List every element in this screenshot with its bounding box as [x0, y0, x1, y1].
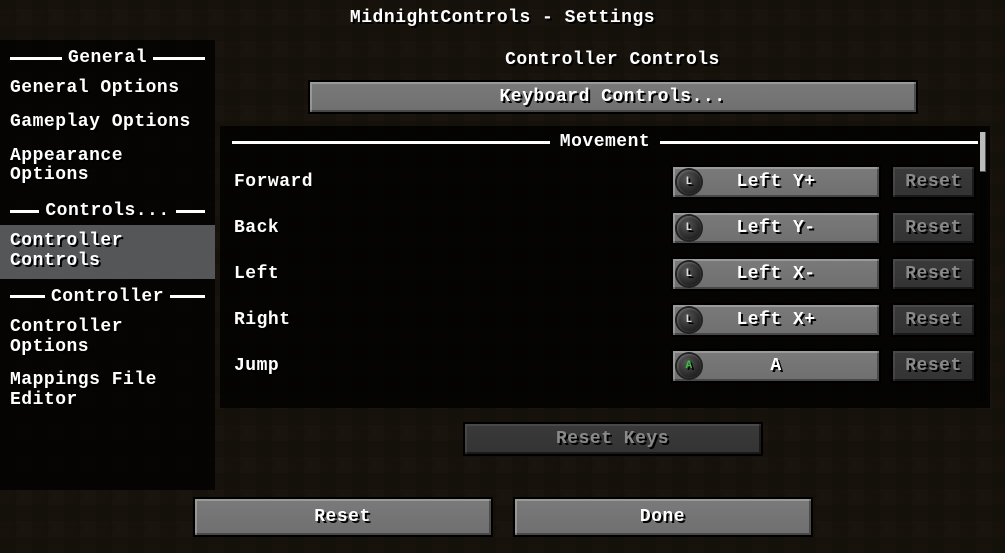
main-area: Controller Controls Keyboard Controls...… — [220, 40, 1005, 553]
bindings-scrollbar[interactable] — [980, 132, 986, 402]
binding-label: Jump — [234, 356, 671, 376]
sidebar-item-controller-controls[interactable]: Controller Controls — [0, 225, 215, 279]
binding-row-forward: Forward L Left Y+ Reset — [234, 164, 976, 200]
stick-icon: L — [677, 170, 701, 194]
stick-icon: L — [677, 262, 701, 286]
binding-row-back: Back L Left Y- Reset — [234, 210, 976, 246]
binding-row-left: Left L Left X- Reset — [234, 256, 976, 292]
controller-controls-subtitle: Controller Controls — [220, 50, 1005, 70]
sidebar-section-controls-header: Controls... — [0, 193, 215, 225]
sidebar-item-appearance-options[interactable]: Appearance Options — [0, 140, 215, 194]
binding-label: Forward — [234, 172, 671, 192]
binding-value-button[interactable]: L Left X- — [671, 257, 881, 291]
scrollbar-thumb[interactable] — [980, 132, 986, 172]
sidebar: General General Options Gameplay Options… — [0, 40, 215, 490]
bindings-list: Forward L Left Y+ Reset Back L Left Y- R… — [220, 154, 990, 384]
footer: Reset Done — [0, 497, 1005, 537]
bindings-panel: Movement Forward L Left Y+ Reset Back L … — [220, 126, 990, 408]
binding-reset-button[interactable]: Reset — [891, 165, 976, 199]
page-title: MidnightControls - Settings — [0, 8, 1005, 28]
a-button-icon: A — [677, 354, 701, 378]
sidebar-item-gameplay-options[interactable]: Gameplay Options — [0, 106, 215, 140]
binding-reset-button[interactable]: Reset — [891, 257, 976, 291]
sidebar-item-controller-options[interactable]: Controller Options — [0, 311, 215, 365]
keyboard-controls-button[interactable]: Keyboard Controls... — [308, 80, 918, 114]
binding-label: Right — [234, 310, 671, 330]
done-button[interactable]: Done — [513, 497, 813, 537]
bindings-group-header: Movement — [220, 126, 990, 154]
binding-reset-button[interactable]: Reset — [891, 211, 976, 245]
sidebar-section-controller-header: Controller — [0, 279, 215, 311]
sidebar-item-mappings-file-editor[interactable]: Mappings File Editor — [0, 364, 215, 418]
sidebar-section-general-header: General — [0, 40, 215, 72]
stick-icon: L — [677, 216, 701, 240]
binding-value-button[interactable]: L Left Y- — [671, 211, 881, 245]
binding-value-button[interactable]: A A — [671, 349, 881, 383]
binding-value-button[interactable]: L Left Y+ — [671, 165, 881, 199]
binding-row-jump: Jump A A Reset — [234, 348, 976, 384]
binding-label: Back — [234, 218, 671, 238]
binding-reset-button[interactable]: Reset — [891, 303, 976, 337]
stick-icon: L — [677, 308, 701, 332]
binding-row-right: Right L Left X+ Reset — [234, 302, 976, 338]
reset-keys-button[interactable]: Reset Keys — [463, 422, 763, 456]
binding-value-button[interactable]: L Left X+ — [671, 303, 881, 337]
reset-button[interactable]: Reset — [193, 497, 493, 537]
binding-label: Left — [234, 264, 671, 284]
sidebar-item-general-options[interactable]: General Options — [0, 72, 215, 106]
binding-reset-button[interactable]: Reset — [891, 349, 976, 383]
